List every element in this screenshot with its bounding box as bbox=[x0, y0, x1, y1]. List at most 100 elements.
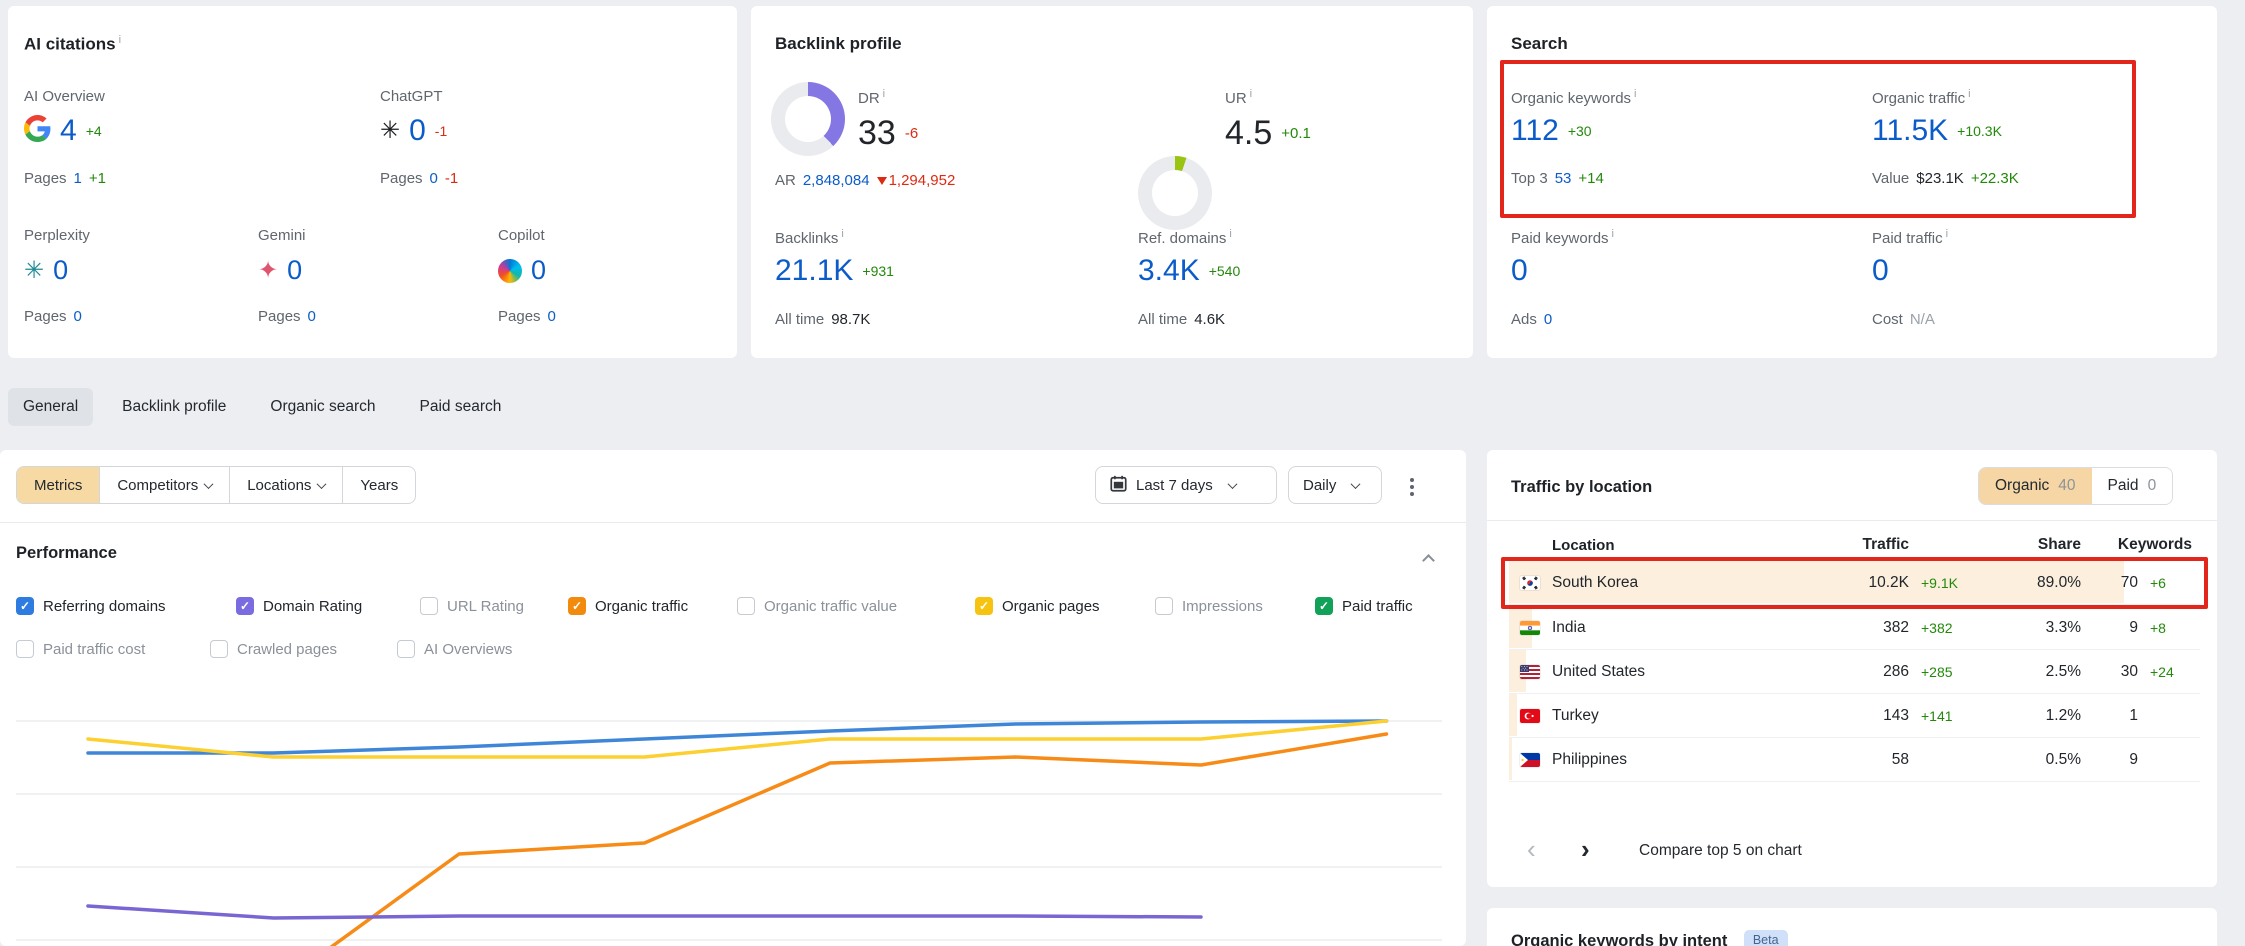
checkbox-organic-traffic-value[interactable]: Organic traffic value bbox=[737, 596, 897, 616]
beta-badge: Beta bbox=[1744, 930, 1788, 946]
info-icon[interactable]: i bbox=[1250, 88, 1252, 100]
checkbox-url-rating[interactable]: URL Rating bbox=[420, 596, 524, 616]
keywords-by-intent-card: Organic keywords by intent Beta bbox=[1487, 908, 2217, 946]
chevron-down-icon bbox=[204, 479, 214, 489]
chatgpt-value[interactable]: 0 bbox=[409, 114, 426, 148]
checkbox-domain-rating[interactable]: ✓Domain Rating bbox=[236, 596, 362, 616]
more-options-kebab-button[interactable] bbox=[1404, 472, 1420, 502]
keywords-link[interactable]: 9 bbox=[2093, 751, 2138, 769]
organic-traffic-value[interactable]: 11.5K bbox=[1872, 114, 1948, 148]
perplexity-label: Perplexity bbox=[24, 227, 90, 244]
previous-page-button[interactable]: ‹ bbox=[1527, 836, 1536, 862]
traffic-row-united-states[interactable]: United States 286 +285 2.5% 30 +24 bbox=[1509, 650, 2200, 694]
next-page-button[interactable]: › bbox=[1581, 836, 1590, 862]
chevron-up-icon bbox=[1422, 554, 1435, 567]
info-icon[interactable]: i bbox=[883, 88, 885, 100]
info-icon[interactable]: i bbox=[1968, 88, 1970, 100]
metrics-filter-button[interactable]: Metrics bbox=[17, 467, 100, 503]
col-share: Share bbox=[1991, 536, 2081, 554]
organic-keywords-value-row: 112 +30 bbox=[1511, 114, 1592, 148]
copilot-label: Copilot bbox=[498, 227, 545, 244]
traffic-by-location-card: Traffic by location Organic 40 Paid 0 Lo… bbox=[1487, 450, 2217, 887]
backlinks-value[interactable]: 21.1K bbox=[775, 254, 853, 288]
traffic-row-turkey[interactable]: Turkey 143 +141 1.2% 1 bbox=[1509, 694, 2200, 738]
chatgpt-pages: Pages 0 -1 bbox=[380, 170, 458, 187]
search-title: Search bbox=[1511, 34, 1568, 54]
paid-keywords-value-row: 0 bbox=[1511, 254, 1528, 288]
checkbox-organic-pages[interactable]: ✓Organic pages bbox=[975, 596, 1100, 616]
organic-traffic-label: Organic traffici bbox=[1872, 88, 1971, 107]
traffic-table-header: Location Traffic Share Keywords bbox=[1509, 532, 2200, 558]
checkbox-organic-traffic[interactable]: ✓Organic traffic bbox=[568, 596, 688, 616]
ur-delta: +0.1 bbox=[1281, 125, 1311, 142]
backlink-profile-card: Backlink profile DRi 33 -6 AR 2,848,084 … bbox=[751, 6, 1473, 358]
down-triangle-icon bbox=[877, 177, 887, 185]
keywords-link[interactable]: 9 bbox=[2093, 619, 2138, 637]
copilot-value[interactable]: 0 bbox=[531, 255, 546, 286]
organic-paid-toggle: Organic 40 Paid 0 bbox=[1978, 467, 2173, 505]
traffic-row-india[interactable]: India 382 +382 3.3% 9 +8 bbox=[1509, 606, 2200, 650]
filter-segmented-control: Metrics Competitors Locations Years bbox=[16, 466, 416, 504]
toggle-paid[interactable]: Paid 0 bbox=[2092, 468, 2173, 504]
checkbox-impressions[interactable]: Impressions bbox=[1155, 596, 1263, 616]
ai-overview-label: AI Overview bbox=[24, 88, 105, 105]
paid-traffic-label: Paid traffici bbox=[1872, 228, 1948, 247]
performance-line-chart[interactable] bbox=[0, 655, 1466, 946]
collapse-section-button[interactable] bbox=[1424, 552, 1433, 570]
ar-value-link[interactable]: 2,848,084 bbox=[803, 172, 870, 189]
toolbar-divider bbox=[0, 522, 1466, 523]
ai-overview-value[interactable]: 4 bbox=[60, 114, 77, 148]
ar-line: AR 2,848,084 1,294,952 bbox=[775, 172, 955, 189]
date-range-button[interactable]: Last 7 days bbox=[1095, 466, 1277, 504]
granularity-button[interactable]: Daily bbox=[1288, 466, 1382, 504]
tab-general[interactable]: General bbox=[8, 388, 93, 426]
locations-filter-button[interactable]: Locations bbox=[230, 467, 343, 503]
checkbox-icon bbox=[737, 597, 755, 615]
col-location: Location bbox=[1552, 537, 1837, 554]
years-filter-button[interactable]: Years bbox=[343, 467, 415, 503]
gemini-value-row: ✦ 0 bbox=[258, 255, 302, 286]
ar-delta: 1,294,952 bbox=[877, 172, 956, 189]
traffic-row-south-korea[interactable]: South Korea 10.2K +9.1K 89.0% 70 +6 bbox=[1509, 561, 2200, 605]
info-icon[interactable]: i bbox=[1612, 228, 1614, 240]
gemini-value[interactable]: 0 bbox=[287, 255, 302, 286]
info-icon[interactable]: i bbox=[119, 34, 121, 46]
google-icon bbox=[24, 115, 51, 147]
keywords-link[interactable]: 70 bbox=[2093, 574, 2138, 592]
report-tabs: General Backlink profile Organic search … bbox=[8, 386, 516, 428]
toggle-organic[interactable]: Organic 40 bbox=[1979, 468, 2092, 504]
tab-paid-search[interactable]: Paid search bbox=[405, 388, 517, 426]
perplexity-value[interactable]: 0 bbox=[53, 255, 68, 286]
ref-domains-value-row: 3.4K +540 bbox=[1138, 254, 1240, 288]
tab-organic-search[interactable]: Organic search bbox=[255, 388, 390, 426]
chevron-down-icon bbox=[317, 479, 327, 489]
col-keywords: Keywords bbox=[2093, 536, 2192, 554]
dr-donut-chart bbox=[771, 82, 845, 156]
info-icon[interactable]: i bbox=[841, 228, 843, 240]
checkbox-referring-domains[interactable]: ✓Referring domains bbox=[16, 596, 166, 616]
competitors-filter-button[interactable]: Competitors bbox=[100, 467, 230, 503]
tab-backlink-profile[interactable]: Backlink profile bbox=[107, 388, 241, 426]
info-icon[interactable]: i bbox=[1229, 228, 1231, 240]
checkbox-icon: ✓ bbox=[1315, 597, 1333, 615]
checkbox-paid-traffic[interactable]: ✓Paid traffic bbox=[1315, 596, 1413, 616]
backlinks-delta: +931 bbox=[862, 263, 894, 279]
panel-divider bbox=[1487, 520, 2217, 521]
info-icon[interactable]: i bbox=[1634, 88, 1636, 100]
chatgpt-label: ChatGPT bbox=[380, 88, 443, 105]
ref-domains-value[interactable]: 3.4K bbox=[1138, 254, 1200, 288]
keywords-link[interactable]: 1 bbox=[2093, 707, 2138, 725]
compare-top5-button[interactable]: Compare top 5 on chart bbox=[1639, 842, 1802, 860]
traffic-row-philippines[interactable]: Philippines 58 0.5% 9 bbox=[1509, 738, 2200, 782]
ur-value-row: 4.5 +0.1 bbox=[1225, 114, 1311, 153]
organic-keywords-value[interactable]: 112 bbox=[1511, 114, 1559, 148]
paid-traffic-value[interactable]: 0 bbox=[1872, 254, 1889, 288]
performance-title: Performance bbox=[16, 544, 117, 563]
paid-keywords-value[interactable]: 0 bbox=[1511, 254, 1528, 288]
ur-donut-chart bbox=[1138, 156, 1212, 230]
keywords-link[interactable]: 30 bbox=[2093, 663, 2138, 681]
organic-traffic-value-row: 11.5K +10.3K bbox=[1872, 114, 2002, 148]
info-icon[interactable]: i bbox=[1946, 228, 1948, 240]
dashboard-screen: AI citationsi AI Overview 4 +4 Pages 1 +… bbox=[0, 0, 2245, 946]
chatgpt-delta: -1 bbox=[435, 123, 447, 139]
